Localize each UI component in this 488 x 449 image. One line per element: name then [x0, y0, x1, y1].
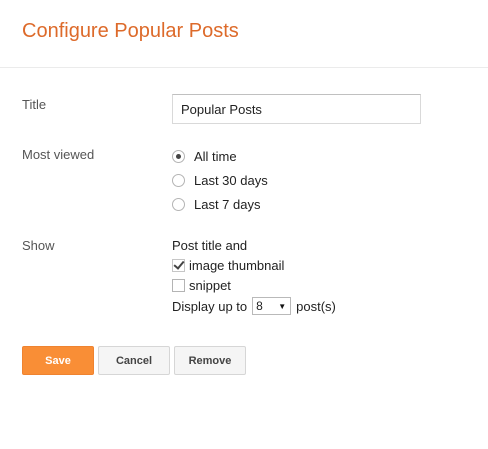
radio-last-30-days[interactable]: Last 30 days — [172, 172, 268, 188]
radio-last-7-days[interactable]: Last 7 days — [172, 196, 261, 212]
display-count-row: Display up to 8 ▼ post(s) — [172, 297, 336, 315]
radio-button-icon[interactable] — [172, 173, 185, 187]
display-prefix-text: Display up to — [172, 298, 248, 314]
checkbox-snippet[interactable]: snippet — [172, 277, 231, 293]
cancel-button[interactable]: Cancel — [98, 346, 170, 375]
display-suffix-text: post(s) — [296, 298, 336, 314]
radio-button-icon[interactable] — [172, 197, 185, 211]
checkbox-image-thumbnail[interactable]: image thumbnail — [172, 257, 284, 273]
show-intro-text: Post title and — [172, 238, 248, 253]
radio-label: Last 7 days — [194, 196, 261, 212]
dropdown-arrow-icon: ▼ — [278, 301, 287, 311]
show-label: Show — [22, 238, 55, 253]
checkbox-checked-icon[interactable] — [172, 258, 185, 272]
title-label: Title — [22, 97, 47, 112]
checkbox-icon[interactable] — [172, 278, 185, 292]
dialog-header: Configure Popular Posts — [0, 0, 488, 68]
post-count-select[interactable]: 8 ▼ — [252, 297, 292, 315]
title-input[interactable] — [172, 94, 421, 124]
remove-button[interactable]: Remove — [174, 346, 246, 375]
radio-label: Last 30 days — [194, 172, 268, 188]
checkbox-label: snippet — [189, 277, 231, 293]
page-title: Configure Popular Posts — [22, 20, 239, 42]
checkbox-label: image thumbnail — [189, 257, 285, 273]
most-viewed-label: Most viewed — [22, 147, 95, 162]
radio-button-icon[interactable] — [172, 149, 185, 163]
post-count-value: 8 — [256, 299, 263, 313]
save-button[interactable]: Save — [22, 346, 94, 375]
radio-all-time[interactable]: All time — [172, 148, 237, 164]
radio-label: All time — [194, 148, 237, 164]
